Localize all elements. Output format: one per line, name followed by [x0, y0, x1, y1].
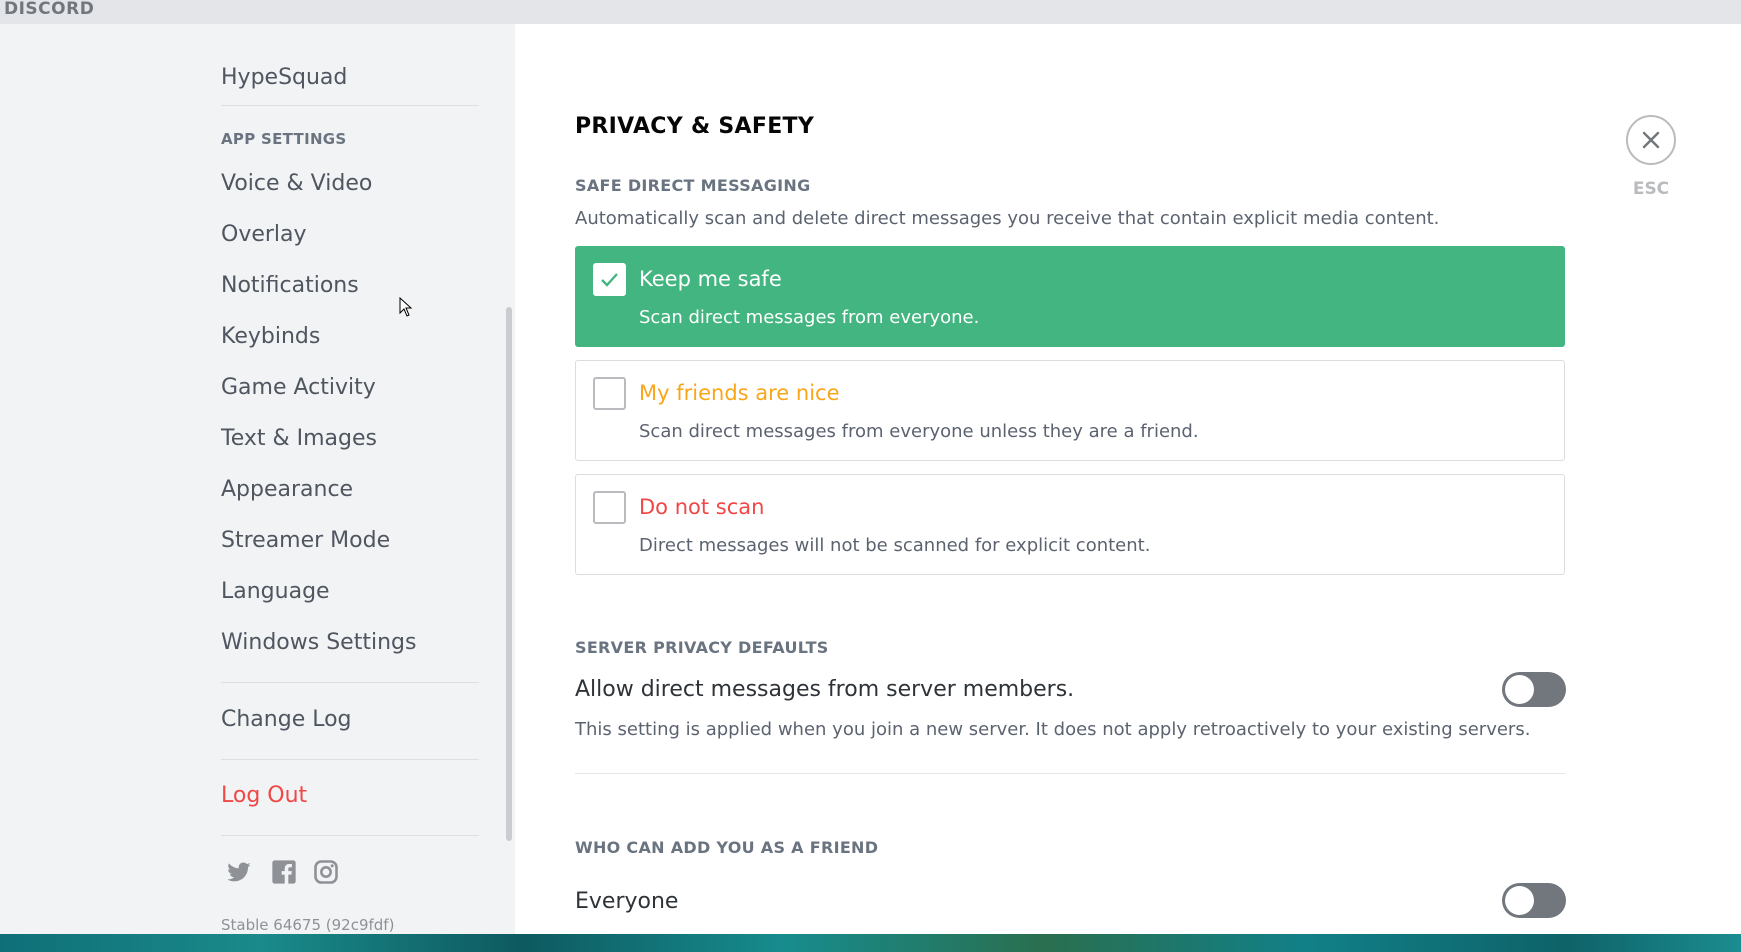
sidebar-separator [221, 682, 479, 683]
sidebar-item-voice-video[interactable]: Voice & Video [221, 171, 372, 197]
radio-option-description: Direct messages will not be scanned for … [639, 535, 1151, 556]
checkbox-checked[interactable] [593, 263, 626, 296]
server-privacy-header: SERVER PRIVACY DEFAULTS [575, 638, 829, 657]
close-button[interactable] [1626, 115, 1676, 165]
sidebar-scrollbar[interactable] [506, 307, 512, 841]
add-friend-header: WHO CAN ADD YOU AS A FRIEND [575, 838, 879, 857]
sidebar-header-app-settings: APP SETTINGS [221, 130, 347, 148]
allow-dm-setting-title: Allow direct messages from server member… [575, 677, 1075, 702]
instagram-icon[interactable] [312, 858, 340, 886]
radio-option-do-not-scan[interactable]: Do not scan Direct messages will not be … [575, 474, 1565, 575]
everyone-setting-title: Everyone [575, 889, 679, 914]
radio-option-title: My friends are nice [639, 381, 840, 405]
sidebar-item-hypesquad[interactable]: HypeSquad [221, 65, 347, 91]
toggle-knob [1505, 675, 1534, 704]
settings-sidebar: HypeSquad APP SETTINGS Voice & Video Ove… [0, 24, 515, 934]
sidebar-item-language[interactable]: Language [221, 579, 330, 605]
safe-dm-description: Automatically scan and delete direct mes… [575, 208, 1440, 229]
checkbox-unchecked[interactable] [593, 377, 626, 410]
title-bar: DISCORD [0, 0, 1741, 24]
radio-option-friends-nice[interactable]: My friends are nice Scan direct messages… [575, 360, 1565, 461]
background-image-strip [0, 934, 1741, 952]
twitter-icon[interactable] [225, 858, 253, 886]
radio-option-keep-me-safe[interactable]: Keep me safe Scan direct messages from e… [575, 246, 1565, 347]
radio-option-title: Do not scan [639, 495, 765, 519]
toggle-knob [1505, 886, 1534, 915]
sidebar-item-keybinds[interactable]: Keybinds [221, 324, 320, 350]
facebook-icon[interactable] [270, 858, 298, 886]
sidebar-item-change-log[interactable]: Change Log [221, 707, 352, 733]
sidebar-item-log-out[interactable]: Log Out [221, 783, 307, 809]
sidebar-item-appearance[interactable]: Appearance [221, 477, 353, 503]
checkbox-unchecked[interactable] [593, 491, 626, 524]
sidebar-item-streamer-mode[interactable]: Streamer Mode [221, 528, 390, 554]
discord-logo: DISCORD [4, 0, 95, 19]
sidebar-item-text-images[interactable]: Text & Images [221, 426, 377, 452]
checkmark-icon [601, 273, 618, 287]
sidebar-separator [221, 759, 479, 760]
sidebar-item-notifications[interactable]: Notifications [221, 273, 359, 299]
radio-option-description: Scan direct messages from everyone unles… [639, 421, 1199, 442]
everyone-toggle[interactable] [1502, 883, 1566, 918]
allow-dm-description: This setting is applied when you join a … [575, 719, 1531, 740]
sidebar-item-game-activity[interactable]: Game Activity [221, 375, 376, 401]
close-icon [1642, 131, 1660, 149]
sidebar-item-overlay[interactable]: Overlay [221, 222, 307, 248]
sidebar-item-windows-settings[interactable]: Windows Settings [221, 630, 416, 656]
safe-dm-header: SAFE DIRECT MESSAGING [575, 176, 811, 195]
page-title: PRIVACY & SAFETY [575, 114, 815, 139]
mouse-cursor-icon [399, 296, 413, 321]
radio-option-title: Keep me safe [639, 267, 782, 291]
sidebar-separator [221, 835, 479, 836]
section-divider [575, 773, 1565, 774]
version-label: Stable 64675 (92c9fdf) [221, 916, 395, 934]
esc-label: ESC [1632, 179, 1670, 199]
allow-dm-toggle[interactable] [1502, 672, 1566, 707]
radio-option-description: Scan direct messages from everyone. [639, 307, 980, 328]
sidebar-separator [221, 105, 479, 106]
